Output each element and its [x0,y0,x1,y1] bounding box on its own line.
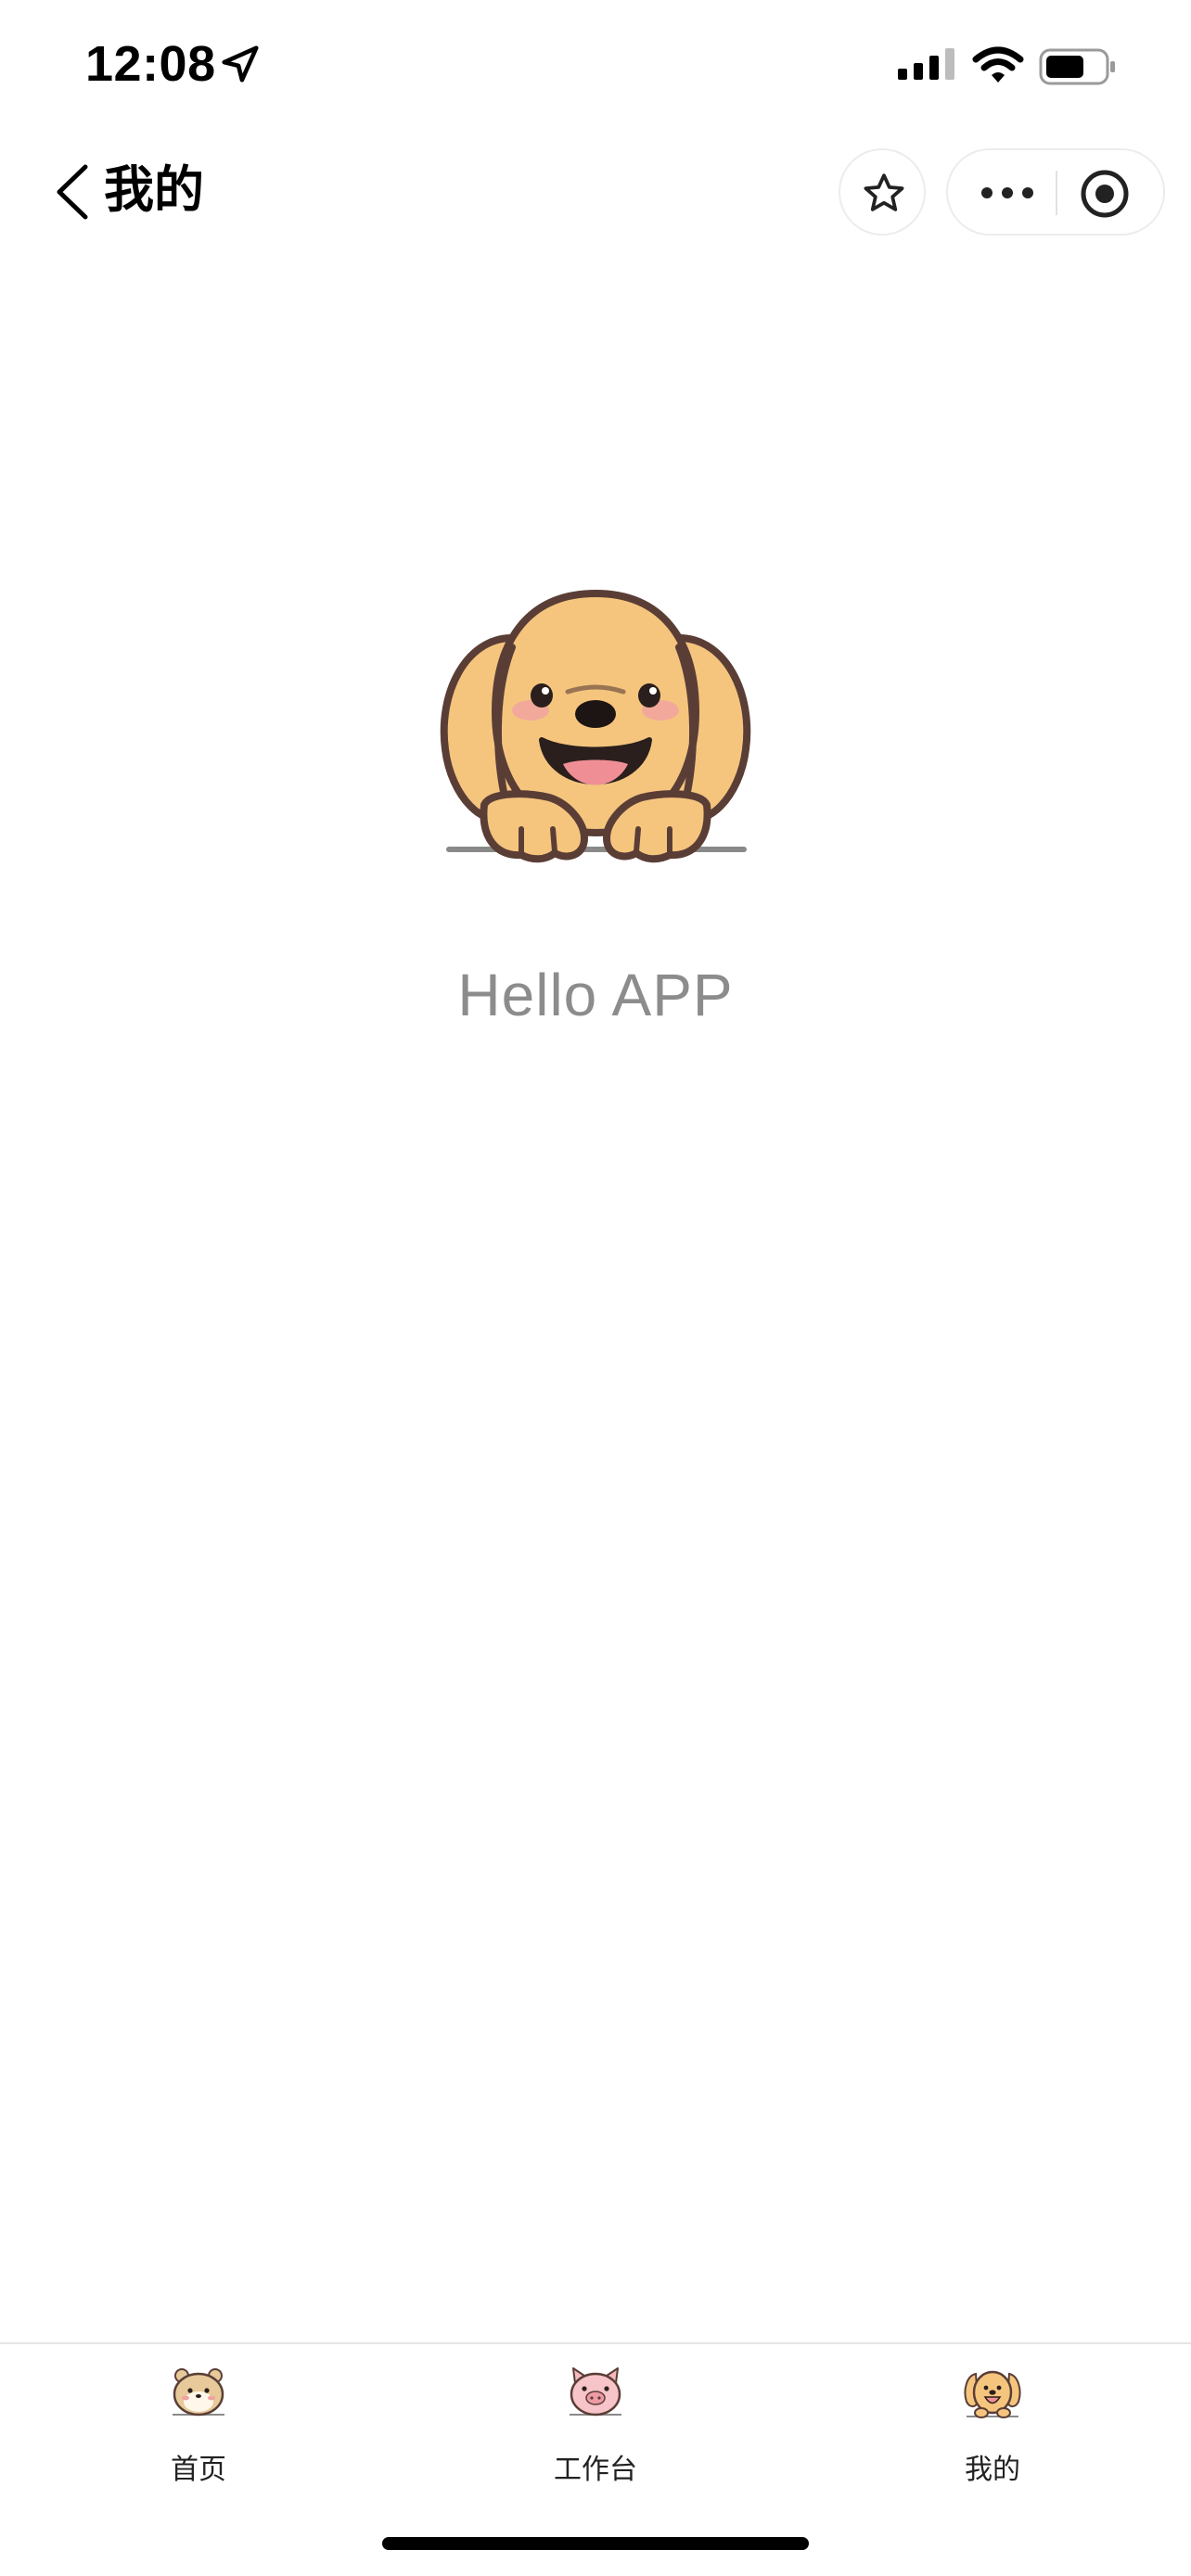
tab-label-mine: 我的 [965,2454,1020,2486]
piglet-icon [570,2367,621,2417]
tab-home[interactable]: 首页 [96,2363,301,2502]
page-title: 我的 [104,160,204,219]
battery-icon [1039,48,1115,85]
mini-program-capsule [946,148,1165,236]
favorite-button[interactable] [839,148,926,236]
more-dots-icon[interactable] [980,184,1035,202]
app-screen: 12:08 我的 Hello APP 首页 工作台 我的 [0,0,1191,2576]
star-icon [864,173,904,211]
hamster-icon [173,2368,224,2417]
chevron-left-icon[interactable] [52,163,93,221]
wifi-icon [972,46,1024,83]
target-circle-icon[interactable] [1080,169,1130,219]
status-time: 12:08 [85,36,216,92]
location-arrow-icon [222,45,259,83]
hello-text: Hello APP [457,962,734,1028]
puppy-mascot-icon [440,589,751,863]
tab-label-workbench: 工作台 [554,2454,637,2486]
status-bar: 12:08 [0,0,1191,130]
puppy-icon [964,2370,1021,2418]
tab-mine[interactable]: 我的 [890,2363,1095,2502]
nav-bar: 我的 [0,130,1191,254]
tab-label-home: 首页 [171,2454,226,2486]
home-indicator[interactable] [382,2537,809,2550]
cellular-signal-icon [898,48,954,80]
tab-workbench[interactable]: 工作台 [493,2363,698,2502]
capsule-divider [1056,171,1057,215]
main-content: Hello APP [0,254,1191,2340]
